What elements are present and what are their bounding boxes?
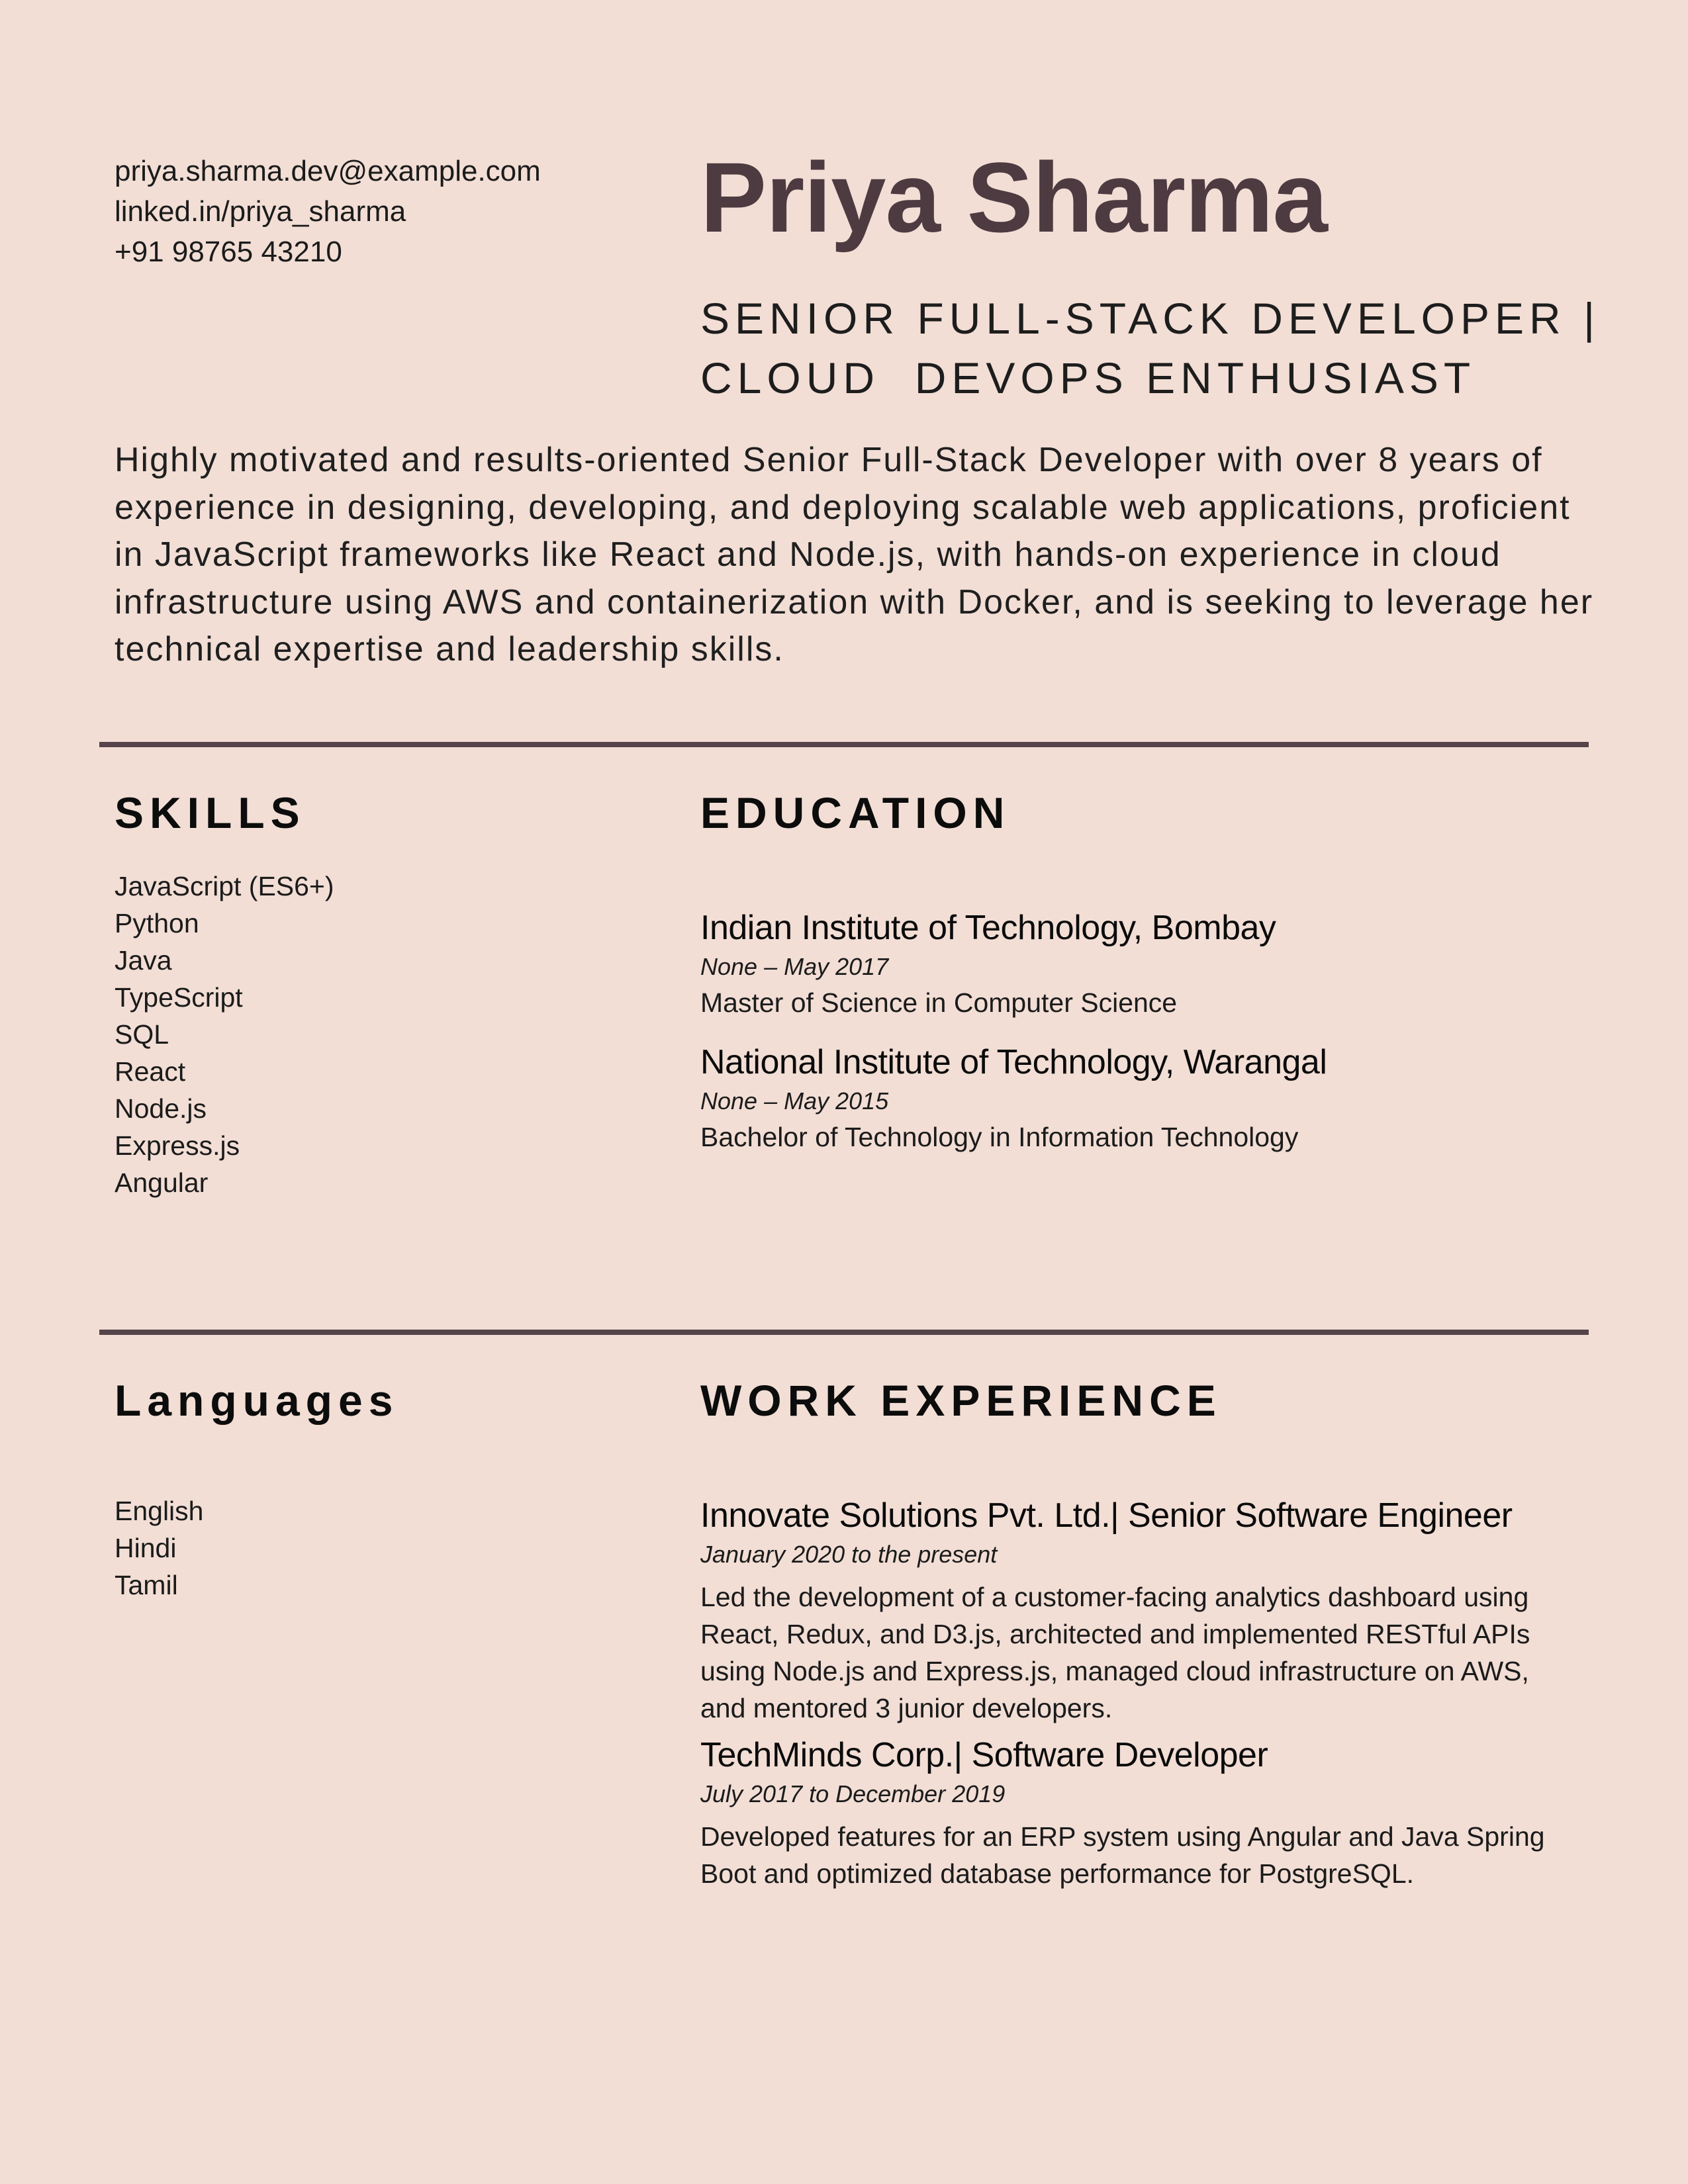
job-dates: July 2017 to December 2019 xyxy=(700,1780,1006,1807)
language-item: Hindi xyxy=(115,1533,177,1563)
job-heading: TechMinds Corp.| Software Developer xyxy=(700,1736,1268,1774)
degree-name: Bachelor of Technology in Information Te… xyxy=(700,1122,1299,1152)
skill-item: React xyxy=(115,1056,186,1087)
experience-entry: TechMinds Corp.| Software Developer July… xyxy=(700,1733,1581,1892)
contact-block: priya.sharma.dev@example.com linked.in/p… xyxy=(115,151,657,272)
education-heading: EDUCATION xyxy=(700,788,1011,837)
skills-heading: SKILLS xyxy=(115,788,306,837)
work-experience-heading: WORK EXPERIENCE xyxy=(700,1376,1222,1425)
job-title-line-1: SENIOR FULL-STACK DEVELOPER | xyxy=(700,294,1601,343)
skill-item: Express.js xyxy=(115,1130,240,1161)
job-title: SENIOR FULL-STACK DEVELOPER | CLOUD DEVO… xyxy=(700,289,1601,408)
job-description: Led the development of a customer-facing… xyxy=(700,1582,1530,1723)
language-item: Tamil xyxy=(115,1570,178,1600)
skill-item: Python xyxy=(115,908,199,938)
skills-list: JavaScript (ES6+) Python Java TypeScript… xyxy=(115,868,334,1201)
education-entry: Indian Institute of Technology, Bombay N… xyxy=(700,906,1276,1021)
section-divider xyxy=(99,1330,1589,1335)
section-divider xyxy=(99,742,1589,747)
experience-entry: Innovate Solutions Pvt. Ltd.| Senior Sof… xyxy=(700,1494,1581,1727)
language-item: English xyxy=(115,1496,204,1526)
degree-name: Master of Science in Computer Science xyxy=(700,987,1178,1018)
skill-item: SQL xyxy=(115,1019,169,1050)
job-dates: January 2020 to the present xyxy=(700,1541,998,1568)
job-title-line-2: CLOUD DEVOPS ENTHUSIAST xyxy=(700,353,1476,402)
school-name: National Institute of Technology, Warang… xyxy=(700,1043,1327,1081)
candidate-name: Priya Sharma xyxy=(700,142,1328,253)
education-dates: None – May 2017 xyxy=(700,953,889,980)
phone-text: +91 98765 43210 xyxy=(115,236,342,268)
email-text: priya.sharma.dev@example.com xyxy=(115,155,541,187)
languages-list: English Hindi Tamil xyxy=(115,1492,203,1604)
education-dates: None – May 2015 xyxy=(700,1087,889,1115)
languages-heading: Languages xyxy=(115,1376,399,1425)
job-heading: Innovate Solutions Pvt. Ltd.| Senior Sof… xyxy=(700,1496,1513,1535)
skill-item: Angular xyxy=(115,1167,209,1198)
education-entry: National Institute of Technology, Warang… xyxy=(700,1040,1327,1156)
job-description: Developed features for an ERP system usi… xyxy=(700,1821,1545,1889)
summary-paragraph: Highly motivated and results-oriented Se… xyxy=(115,441,1594,668)
school-name: Indian Institute of Technology, Bombay xyxy=(700,909,1276,947)
skill-item: TypeScript xyxy=(115,982,243,1013)
linkedin-text: linked.in/priya_sharma xyxy=(115,195,406,228)
skill-item: Java xyxy=(115,945,172,976)
skill-item: JavaScript (ES6+) xyxy=(115,871,334,901)
skill-item: Node.js xyxy=(115,1093,207,1124)
